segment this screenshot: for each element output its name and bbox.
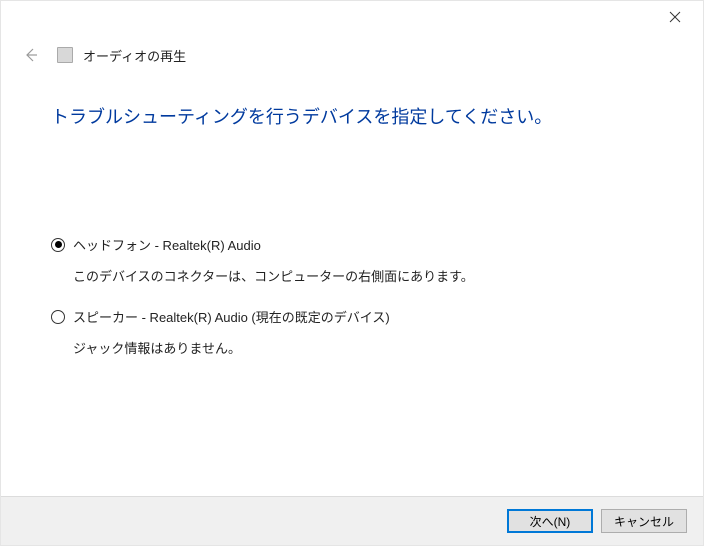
audio-app-icon bbox=[57, 47, 73, 63]
troubleshooter-window: オーディオの再生 トラブルシューティングを行うデバイスを指定してください。 ヘッ… bbox=[0, 0, 704, 546]
option-description: ジャック情報はありません。 bbox=[73, 338, 653, 357]
device-option-headphones[interactable]: ヘッドフォン - Realtek(R) Audio このデバイスのコネクターは、… bbox=[51, 235, 653, 285]
back-arrow-icon[interactable] bbox=[21, 45, 41, 65]
next-button[interactable]: 次へ(N) bbox=[507, 509, 593, 533]
footer-bar: 次へ(N) キャンセル bbox=[1, 496, 703, 545]
titlebar bbox=[1, 1, 703, 35]
option-description: このデバイスのコネクターは、コンピューターの右側面にあります。 bbox=[73, 266, 653, 285]
window-title: オーディオの再生 bbox=[83, 46, 186, 65]
option-label: ヘッドフォン - Realtek(R) Audio bbox=[73, 235, 261, 254]
page-heading: トラブルシューティングを行うデバイスを指定してください。 bbox=[51, 103, 653, 129]
device-option-speakers[interactable]: スピーカー - Realtek(R) Audio (現在の既定のデバイス) ジャ… bbox=[51, 307, 653, 357]
radio-icon[interactable] bbox=[51, 238, 65, 252]
header-row: オーディオの再生 bbox=[1, 35, 703, 73]
content-area: トラブルシューティングを行うデバイスを指定してください。 ヘッドフォン - Re… bbox=[1, 73, 703, 496]
close-icon[interactable] bbox=[661, 6, 689, 31]
radio-icon[interactable] bbox=[51, 310, 65, 324]
option-label: スピーカー - Realtek(R) Audio (現在の既定のデバイス) bbox=[73, 307, 390, 326]
cancel-button[interactable]: キャンセル bbox=[601, 509, 687, 533]
